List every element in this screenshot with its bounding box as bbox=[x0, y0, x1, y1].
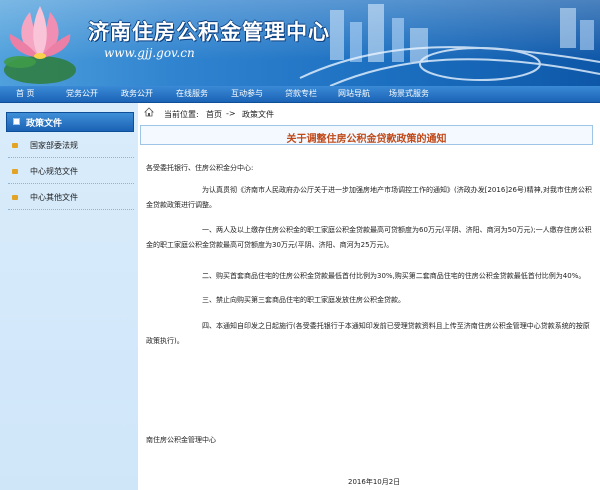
article-item-4: 四、本通知自印发之日起施行(各受委托银行于本通知印发前已受理贷款资料且上传至济南… bbox=[146, 322, 590, 345]
sidebar-heading: 政策文件 bbox=[6, 112, 134, 132]
article-item-2: 二、购买首套商品住宅的住房公积金贷款最低首付比例为30%,购买第二套商品住宅的住… bbox=[202, 272, 586, 280]
breadcrumb-prefix: 当前位置: bbox=[164, 110, 199, 119]
article-title: 关于调整住房公积金贷款政策的通知 bbox=[286, 134, 447, 145]
sidebar-item-label: 中心其他文件 bbox=[30, 193, 78, 202]
home-icon bbox=[144, 107, 154, 117]
sidebar-item-label: 国家部委法规 bbox=[30, 141, 78, 150]
nav-item-government-affairs[interactable]: 政务公开 bbox=[121, 88, 153, 99]
site-url: www.gjj.gov.cn bbox=[104, 46, 195, 60]
breadcrumb-separator: -> bbox=[226, 109, 236, 118]
sidebar-item-center-normative[interactable]: 中心规范文件 bbox=[10, 165, 134, 179]
article-title-bar: 关于调整住房公积金贷款政策的通知 bbox=[140, 125, 593, 145]
nav-item-online-service[interactable]: 在线服务 bbox=[176, 88, 208, 99]
page: 济南住房公积金管理中心 www.gjj.gov.cn 首 页 党务公开 政务公开… bbox=[0, 0, 600, 490]
article: 关于调整住房公积金贷款政策的通知 各受委托银行、住房公积金分中心: 为认真贯彻《… bbox=[138, 123, 597, 490]
breadcrumb-home-link[interactable]: 首页 bbox=[206, 109, 222, 120]
lotus-logo bbox=[4, 6, 76, 84]
article-item-1: 一、两人及以上缴存住房公积金的职工家庭公积金贷款最高可贷额度为60万元(平阴、济… bbox=[146, 226, 592, 249]
main-nav: 首 页 党务公开 政务公开 在线服务 互动参与 贷款专栏 网站导航 场景式服务 bbox=[0, 86, 600, 103]
nav-item-party-affairs[interactable]: 党务公开 bbox=[66, 88, 98, 99]
square-icon bbox=[13, 118, 20, 125]
site-title: 济南住房公积金管理中心 bbox=[88, 20, 330, 44]
nav-item-home[interactable]: 首 页 bbox=[16, 88, 35, 99]
sidebar: 政策文件 国家部委法规 中心规范文件 中心其他文件 bbox=[0, 103, 138, 490]
nav-item-interaction[interactable]: 互动参与 bbox=[231, 88, 263, 99]
sidebar-divider bbox=[8, 157, 134, 158]
sidebar-item-center-other[interactable]: 中心其他文件 bbox=[10, 191, 134, 205]
bullet-icon bbox=[12, 143, 18, 148]
article-salutation: 各受委托银行、住房公积金分中心: bbox=[146, 164, 254, 172]
city-skyline bbox=[330, 4, 594, 62]
sidebar-divider bbox=[8, 209, 134, 210]
bullet-icon bbox=[12, 169, 18, 174]
sidebar-item-national-regulations[interactable]: 国家部委法规 bbox=[10, 139, 134, 153]
nav-item-scenario-service[interactable]: 场景式服务 bbox=[389, 88, 429, 99]
site-banner: 济南住房公积金管理中心 www.gjj.gov.cn bbox=[0, 0, 600, 86]
sidebar-heading-label: 政策文件 bbox=[26, 119, 63, 129]
bullet-icon bbox=[12, 195, 18, 200]
article-item-3: 三、禁止向购买第三套商品住宅的职工家庭发放住房公积金贷款。 bbox=[202, 296, 405, 304]
nav-item-site-map[interactable]: 网站导航 bbox=[338, 88, 370, 99]
article-signature: 南住房公积金管理中心 bbox=[146, 436, 216, 444]
sidebar-divider bbox=[8, 183, 134, 184]
sidebar-item-label: 中心规范文件 bbox=[30, 167, 78, 176]
article-date: 2016年10月2日 bbox=[348, 478, 401, 486]
breadcrumb: 当前位置: 首页 -> 政策文件 bbox=[138, 103, 600, 123]
nav-item-loans[interactable]: 贷款专栏 bbox=[285, 88, 317, 99]
breadcrumb-current[interactable]: 政策文件 bbox=[242, 109, 274, 120]
article-intro: 为认真贯彻《济南市人民政府办公厅关于进一步加强房地产市场调控工作的通知》(济政办… bbox=[146, 186, 592, 209]
overpass bbox=[299, 46, 600, 86]
